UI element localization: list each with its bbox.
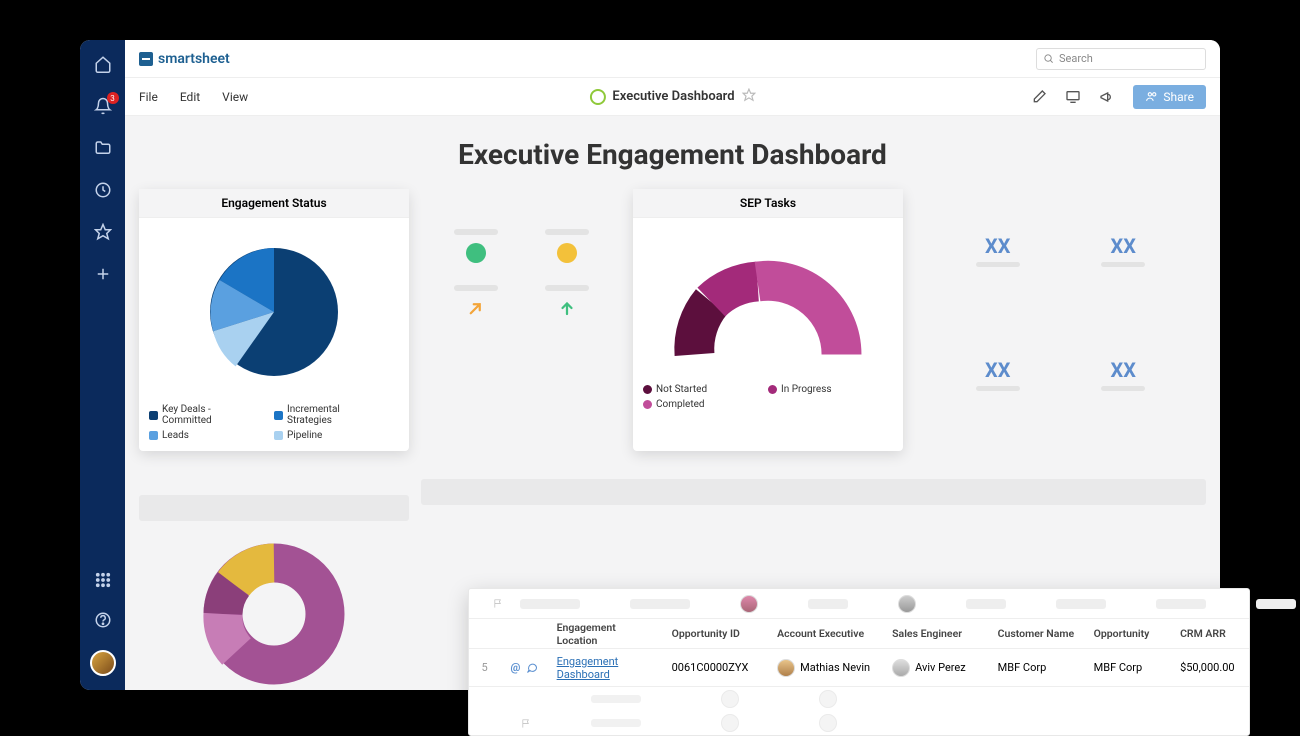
brand-text: smartsheet <box>158 51 230 67</box>
share-label: Share <box>1163 90 1194 104</box>
header: smartsheet Search <box>125 40 1220 78</box>
avatar-icon <box>740 595 758 613</box>
status-circle-icon <box>466 243 486 263</box>
status-circle-icon <box>557 243 577 263</box>
avatar-icon <box>777 659 795 677</box>
legend-item: Not Started <box>643 384 768 395</box>
toolbar: File Edit View Executive Dashboard <box>125 78 1220 116</box>
stat-tile <box>441 229 510 263</box>
left-rail: 3 <box>80 40 125 690</box>
cell-crm-arr: $50,000.00 <box>1172 661 1249 674</box>
widget-stat-indicators <box>421 189 621 451</box>
engagement-location-link[interactable]: Engagement Dashboard <box>557 655 656 681</box>
arrow-up-icon <box>558 299 576 317</box>
flag-icon[interactable] <box>485 598 512 609</box>
bell-icon[interactable]: 3 <box>93 96 113 116</box>
table-row-faded <box>469 711 1249 735</box>
legend-item: Leads <box>149 430 274 441</box>
stat-tile <box>532 285 601 317</box>
legend-item: Incremental Strategies <box>274 404 399 426</box>
search-icon <box>1043 53 1054 64</box>
avatar[interactable] <box>90 650 116 676</box>
col-crm-arr[interactable]: CRM ARR <box>1172 627 1249 640</box>
bottom-donut-chart <box>199 539 349 689</box>
avatar-icon <box>819 714 837 732</box>
col-opportunity[interactable]: Opportunity <box>1086 627 1172 640</box>
app-window: 3 <box>80 40 1220 690</box>
cell-opportunity-id: 0061C0000ZYX <box>664 661 770 674</box>
col-engagement-location[interactable]: Engagement Location <box>549 621 664 647</box>
arrow-upright-icon <box>467 299 485 317</box>
stat-tile <box>532 229 601 263</box>
search-input[interactable]: Search <box>1036 48 1206 70</box>
metric-tile: XX <box>945 358 1051 452</box>
widget-metrics-grid: XX XX XX XX <box>915 189 1206 451</box>
comment-icon[interactable] <box>526 662 538 674</box>
placeholder-bar <box>139 495 409 521</box>
table-row-faded <box>469 687 1249 711</box>
col-account-executive[interactable]: Account Executive <box>769 627 884 640</box>
cell-customer-name: MBF Corp <box>990 661 1086 674</box>
cell-opportunity: MBF Corp <box>1086 661 1172 674</box>
menu-bar: File Edit View <box>139 90 248 104</box>
data-table: Engagement Location Opportunity ID Accou… <box>468 588 1250 736</box>
row-index: 5 <box>469 661 500 674</box>
edit-button[interactable] <box>1031 89 1047 105</box>
menu-view[interactable]: View <box>222 90 248 104</box>
mention-icon[interactable]: @ <box>510 661 520 674</box>
engagement-pie-chart <box>194 232 354 392</box>
share-button[interactable]: Share <box>1133 85 1206 109</box>
widget-sep-tasks: SEP Tasks Not Started In Progress Comple… <box>633 189 903 451</box>
placeholder-bar <box>421 479 1206 505</box>
widget-title: SEP Tasks <box>633 189 903 218</box>
present-button[interactable] <box>1065 89 1081 105</box>
avatar-icon <box>721 690 739 708</box>
col-opportunity-id[interactable]: Opportunity ID <box>664 627 770 640</box>
metric-tile: XX <box>1071 358 1177 452</box>
document-title-group: Executive Dashboard <box>589 88 755 105</box>
legend-item: Pipeline <box>274 430 399 441</box>
star-icon[interactable] <box>93 222 113 242</box>
page-title: Executive Engagement Dashboard <box>139 138 1206 171</box>
cell-sales-engineer: Aviv Perez <box>884 659 990 677</box>
apps-icon[interactable] <box>93 570 113 590</box>
col-customer-name[interactable]: Customer Name <box>990 627 1086 640</box>
folder-icon[interactable] <box>93 138 113 158</box>
metric-tile: XX <box>945 234 1051 328</box>
sep-semi-donut-chart <box>663 232 873 372</box>
home-icon[interactable] <box>93 54 113 74</box>
stat-tile <box>441 285 510 317</box>
metric-tile: XX <box>1071 234 1177 328</box>
cell-account-executive: Mathias Nevin <box>769 659 884 677</box>
dashboard-icon <box>589 89 605 105</box>
widget-title: Engagement Status <box>139 189 409 218</box>
help-icon[interactable] <box>93 610 113 630</box>
table-row[interactable]: 5 @ Engagement Dashboard 0061C0000ZYX Ma… <box>469 649 1249 687</box>
legend-item: In Progress <box>768 384 893 395</box>
menu-file[interactable]: File <box>139 90 158 104</box>
avatar-icon <box>721 714 739 732</box>
legend-item: Completed <box>643 399 768 410</box>
col-sales-engineer[interactable]: Sales Engineer <box>884 627 990 640</box>
legend-item: Key Deals - Committed <box>149 404 274 426</box>
flag-icon <box>501 718 551 729</box>
avatar-icon <box>819 690 837 708</box>
notification-badge: 3 <box>107 92 119 104</box>
menu-edit[interactable]: Edit <box>180 90 200 104</box>
announce-button[interactable] <box>1099 89 1115 105</box>
widget-donut <box>139 479 409 689</box>
plus-icon[interactable] <box>93 264 113 284</box>
brand-logo[interactable]: smartsheet <box>139 51 230 67</box>
clock-icon[interactable] <box>93 180 113 200</box>
brand-mark-icon <box>139 52 153 66</box>
widget-engagement-status: Engagement Status Key Deals - Committed … <box>139 189 409 451</box>
favorite-star-icon[interactable] <box>742 88 756 105</box>
search-placeholder: Search <box>1059 52 1093 65</box>
document-title[interactable]: Executive Dashboard <box>612 89 734 104</box>
avatar-icon <box>892 659 910 677</box>
avatar-icon <box>898 595 916 613</box>
